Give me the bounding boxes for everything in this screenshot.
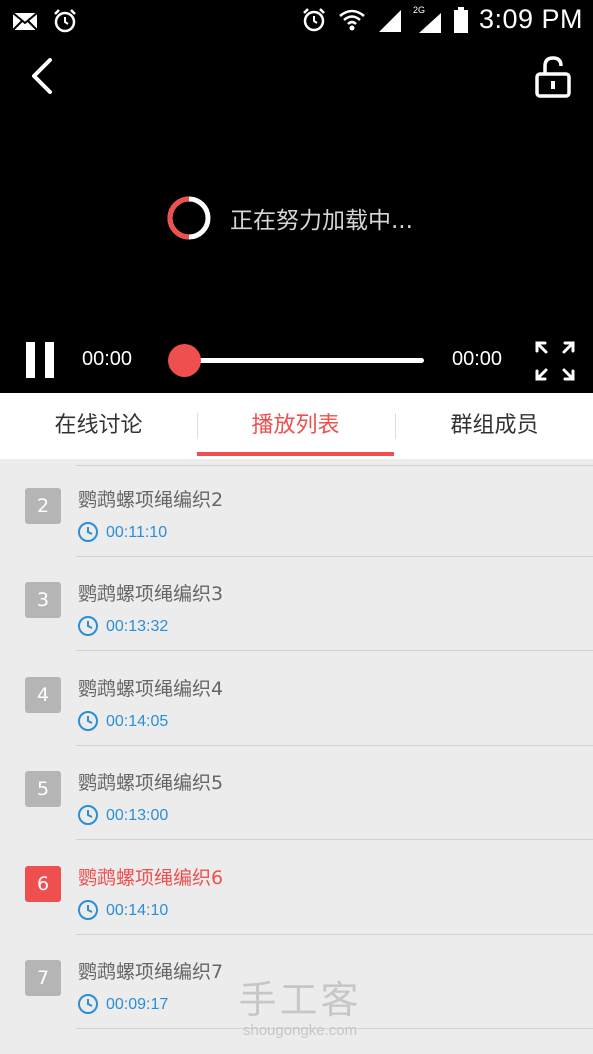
- list-divider: [76, 650, 593, 651]
- pause-button[interactable]: [26, 342, 56, 378]
- status-time: 3:09 PM: [478, 4, 583, 34]
- episode-number-badge: 2: [25, 488, 61, 524]
- episode-duration: 00:11:10: [106, 524, 168, 541]
- episode-duration: 00:09:17: [106, 996, 169, 1013]
- episode-number-badge: 3: [25, 582, 61, 618]
- status-right-icons: 2G 3:09 PM: [301, 4, 583, 35]
- episode-title: 鹦鹉螺项绳编织4: [78, 678, 224, 700]
- signal-icon: [378, 9, 401, 32]
- episode-title: 鹦鹉螺项绳编织3: [78, 583, 224, 605]
- watermark-url: shougongke.com: [242, 1022, 358, 1039]
- wifi-icon: [339, 9, 365, 30]
- total-time: 00:00: [452, 348, 503, 370]
- fullscreen-icon: [535, 341, 575, 381]
- episode-duration: 00:14:05: [106, 713, 169, 730]
- episode-duration: 00:13:32: [106, 618, 169, 635]
- playlist-item[interactable]: 5 鹦鹉螺项绳编织5 00:13:00: [0, 746, 593, 840]
- unlock-icon: [535, 56, 571, 98]
- status-bar: 2G 3:09 PM: [0, 0, 593, 44]
- episode-number-badge: 4: [25, 677, 61, 713]
- episode-duration: 00:14:10: [106, 902, 169, 919]
- watermark-title: 手工客: [238, 978, 362, 1022]
- playlist[interactable]: 2 鹦鹉螺项绳编织2 00:11:10 3 鹦鹉螺项绳编织3 00:13:32 …: [0, 459, 593, 1054]
- video-player[interactable]: 正在努力加载中... 00:00 00:00: [0, 44, 593, 393]
- episode-title: 鹦鹉螺项绳编织5: [78, 772, 224, 794]
- fullscreen-button[interactable]: [534, 340, 576, 382]
- loading-spinner-icon: [167, 196, 211, 240]
- pause-icon-bar: [45, 342, 54, 378]
- episode-number-badge: 7: [25, 960, 61, 996]
- playlist-item[interactable]: 2 鹦鹉螺项绳编织2 00:11:10: [0, 463, 593, 557]
- episode-title: 鹦鹉螺项绳编织7: [78, 961, 224, 983]
- back-arrow-icon: [32, 58, 52, 94]
- playlist-item-active[interactable]: 6 鹦鹉螺项绳编织6 00:14:10: [0, 841, 593, 935]
- episode-number-badge: 5: [25, 771, 61, 807]
- episode-duration: 00:13:00: [106, 807, 169, 824]
- playlist-item[interactable]: 3 鹦鹉螺项绳编织3 00:13:32: [0, 557, 593, 651]
- signal-2g-icon: 2G: [413, 5, 443, 35]
- status-left-icons: [12, 8, 78, 34]
- playlist-item[interactable]: 4 鹦鹉螺项绳编织4 00:14:05: [0, 652, 593, 746]
- clock-icon: [78, 711, 98, 731]
- tab-group-members[interactable]: 群组成员: [396, 393, 593, 459]
- clock-icon: [78, 900, 98, 920]
- loading-indicator: 正在努力加载中...: [166, 195, 413, 241]
- tab-playlist[interactable]: 播放列表: [197, 393, 394, 459]
- clock-icon: [78, 805, 98, 825]
- loading-text: 正在努力加载中...: [230, 208, 413, 234]
- lock-button[interactable]: [531, 54, 575, 98]
- alarm-icon: [303, 7, 325, 31]
- clock-icon: [78, 994, 98, 1014]
- mail-icon: [12, 12, 38, 31]
- seek-thumb[interactable]: [168, 344, 201, 377]
- seek-bar[interactable]: [184, 358, 424, 363]
- episode-number-badge: 6: [25, 866, 61, 902]
- alarm-icon: [54, 9, 76, 33]
- tab-active-indicator: [197, 452, 394, 456]
- current-time: 00:00: [82, 348, 133, 370]
- episode-title: 鹦鹉螺项绳编织6: [78, 867, 224, 889]
- episode-title: 鹦鹉螺项绳编织2: [78, 489, 224, 511]
- watermark: 手工客 shougongke.com: [230, 978, 370, 1040]
- back-button[interactable]: [22, 54, 66, 98]
- player-controls: 00:00 00:00: [0, 332, 593, 388]
- tab-online-discussion[interactable]: 在线讨论: [0, 393, 197, 459]
- battery-icon: [453, 6, 468, 33]
- clock-icon: [78, 616, 98, 636]
- pause-icon: [26, 342, 35, 378]
- clock-icon: [78, 522, 98, 542]
- tab-bar: 在线讨论 播放列表 群组成员: [0, 393, 593, 459]
- list-divider: [76, 839, 593, 840]
